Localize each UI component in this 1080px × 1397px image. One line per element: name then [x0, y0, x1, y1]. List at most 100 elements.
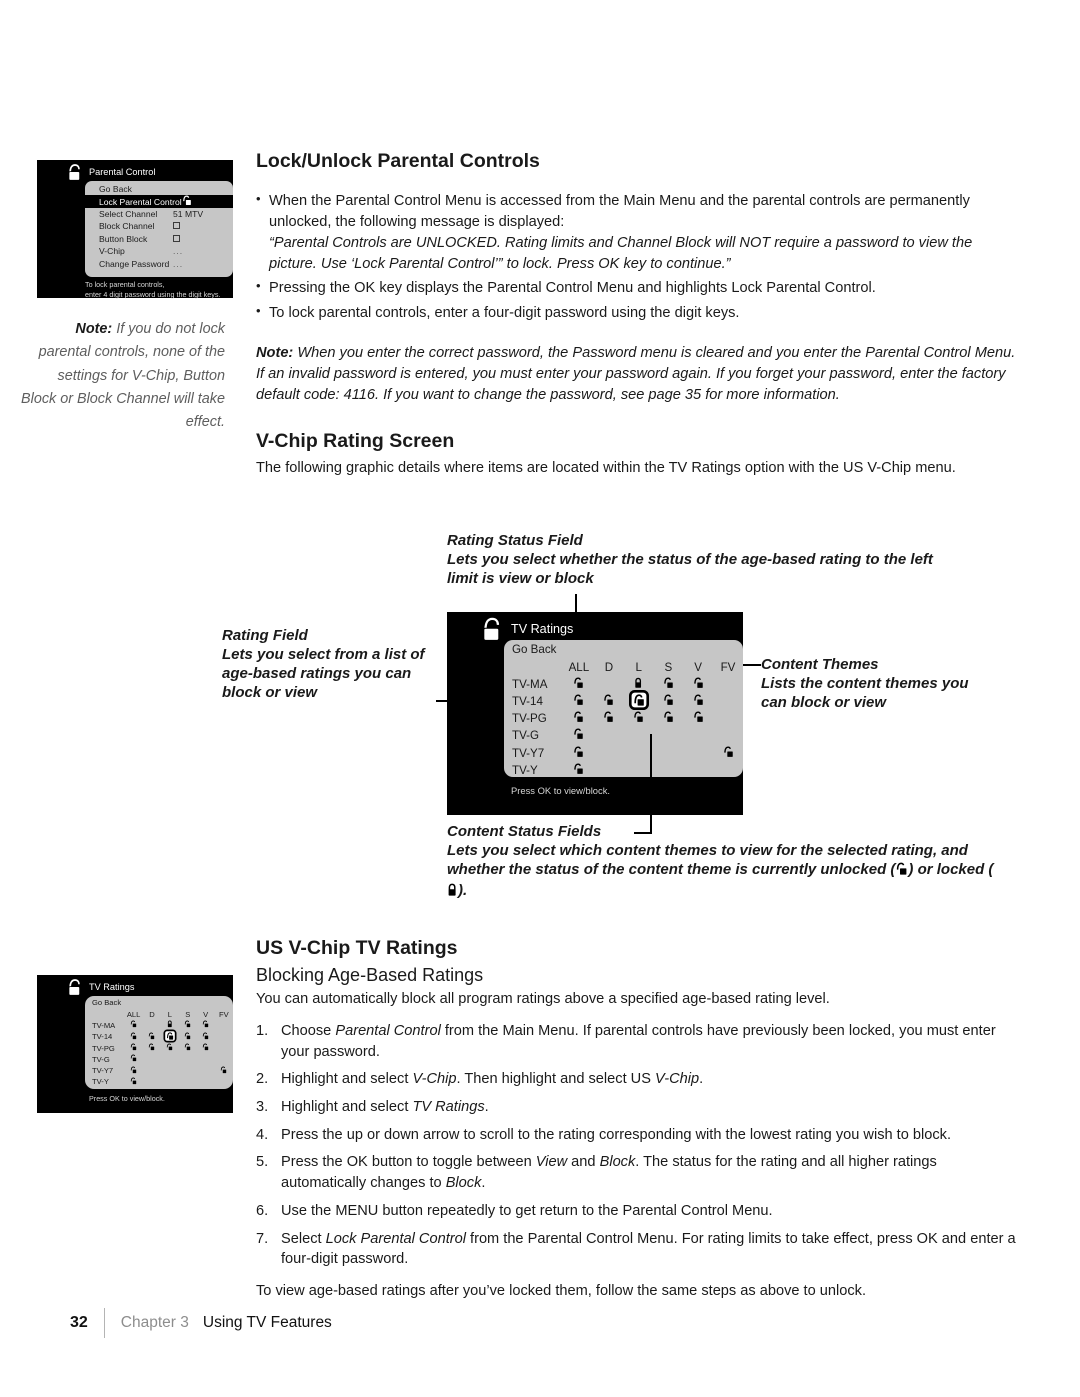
unlocked-padlock-icon-tv-14-all[interactable]	[564, 693, 594, 710]
callout-desc-after: ).	[458, 882, 468, 900]
unlocked-padlock-icon-tv-14-v[interactable]	[683, 693, 713, 710]
go-back-menu-item[interactable]: Go Back	[512, 643, 743, 656]
table-row[interactable]: TV-Y7	[92, 1065, 233, 1076]
table-row[interactable]: TV-Y7	[512, 744, 743, 761]
padlock-icon	[481, 616, 505, 643]
column-header-l: L	[167, 1009, 172, 1019]
table-row[interactable]: TV-14	[92, 1029, 233, 1043]
table-row[interactable]: TV-Y	[92, 1076, 233, 1087]
step-text: Choose Parental Control from the Main Me…	[281, 1022, 996, 1060]
unlocked-padlock-icon-tv-ma-s[interactable]	[654, 676, 684, 693]
rating-cell-empty-tv-y7-s	[654, 744, 684, 761]
callout-title: Content Themes	[761, 656, 879, 673]
unlocked-padlock-icon-tv-ma-all[interactable]	[124, 1020, 143, 1031]
us-vchip-intro: You can automatically block all program …	[256, 991, 830, 1007]
rating-cell-empty-tv-g-v	[683, 727, 713, 744]
selection-highlight[interactable]	[163, 1029, 177, 1043]
parental-control-row-v-chip[interactable]: V-Chip...	[91, 245, 229, 257]
parental-control-row-go-back[interactable]: Go Back	[91, 183, 229, 195]
unlocked-padlock-icon-tv-pg-l[interactable]	[624, 710, 654, 727]
unlocked-padlock-icon-tv-g-all[interactable]	[564, 727, 594, 744]
unlocked-padlock-icon-tv-14-s[interactable]	[654, 693, 684, 710]
table-row[interactable]: TV-G	[512, 727, 743, 744]
table-row[interactable]: TV-G	[92, 1054, 233, 1065]
rating-cell-empty-tv-y7-d	[594, 744, 624, 761]
row-label: Button Block	[99, 233, 148, 244]
column-header-all: ALL	[568, 660, 590, 674]
parental-control-menu-list: Go Back Lock Parental Control Select Chann…	[85, 183, 233, 270]
rating-cell-empty-tv-y-fv	[215, 1076, 233, 1087]
unlocked-padlock-icon-tv-pg-v[interactable]	[683, 710, 713, 727]
unlocked-padlock-icon-tv-y7-fv[interactable]	[215, 1065, 233, 1076]
callout-rating-field: Rating Field Lets you select from a list…	[222, 626, 437, 702]
margin-note: Note: If you do not lock parental contro…	[20, 318, 225, 435]
unlocked-padlock-icon-tv-y7-all[interactable]	[564, 744, 594, 761]
padlock-icon	[67, 163, 84, 182]
selected-unlocked-padlock-icon-tv-14-l[interactable]	[624, 689, 654, 710]
unlocked-padlock-icon-tv-14-s[interactable]	[179, 1031, 197, 1042]
rating-label-tv-14: TV-14	[92, 1032, 113, 1042]
column-header-v: V	[694, 660, 702, 674]
unlocked-padlock-icon-tv-pg-d[interactable]	[143, 1042, 161, 1053]
rating-cell-empty-tv-y7-s	[179, 1065, 197, 1076]
page-footer: 32 Chapter 3 Using TV Features	[70, 1308, 332, 1338]
callout-rating-status-field: Rating Status Field Lets you select whet…	[447, 531, 947, 588]
selection-highlight[interactable]	[628, 689, 649, 710]
table-row[interactable]: TV-14	[512, 689, 743, 710]
step-text: Press the OK button to toggle between Vi…	[281, 1154, 937, 1192]
step-text: Use the MENU button repeatedly to get re…	[281, 1202, 773, 1219]
rating-label-tv-y: TV-Y	[512, 763, 538, 777]
unlocked-padlock-icon-tv-y-all[interactable]	[564, 762, 594, 777]
step-text: Select Lock Parental Control from the Pa…	[281, 1230, 1016, 1268]
unlocked-padlock-icon-tv-pg-v[interactable]	[197, 1042, 215, 1053]
section-heading-vchip-rating-screen: V-Chip Rating Screen	[256, 429, 455, 452]
rating-cell-empty-tv-g-d	[594, 727, 624, 744]
lock-unlock-bullet-list: When the Parental Control Menu is access…	[256, 190, 1022, 324]
rating-cell-empty-tv-14-fv	[713, 693, 743, 710]
subheading-blocking-age-based: Blocking Age-Based Ratings	[256, 965, 484, 985]
unlocked-padlock-icon-tv-pg-l[interactable]	[161, 1042, 179, 1053]
rating-cell-empty-tv-ma-fv	[713, 676, 743, 693]
unlocked-padlock-icon-tv-pg-all[interactable]	[124, 1042, 143, 1053]
osd-title: Parental Control	[89, 167, 156, 177]
osd-footer-line-1: To lock parental controls,	[85, 280, 165, 289]
unlocked-padlock-icon-tv-g-all[interactable]	[124, 1054, 143, 1065]
unlocked-padlock-icon-tv-ma-v[interactable]	[683, 676, 713, 693]
unlocked-padlock-icon-tv-pg-s[interactable]	[179, 1042, 197, 1053]
step-item: Press the up or down arrow to scroll to …	[256, 1125, 1022, 1146]
parental-control-row-select-channel[interactable]: Select Channel 51 MTV	[91, 208, 229, 220]
unlocked-padlock-icon-tv-pg-all[interactable]	[564, 710, 594, 727]
unlocked-padlock-icon-tv-14-all[interactable]	[124, 1031, 143, 1042]
parental-control-row-block-channel[interactable]: Block Channel	[91, 220, 229, 232]
locked-padlock-icon	[447, 883, 458, 902]
rating-cell-empty-tv-pg-fv	[215, 1042, 233, 1053]
table-row[interactable]: TV-MA	[512, 676, 743, 693]
column-header-s: S	[664, 660, 673, 674]
step-item: Use the MENU button repeatedly to get re…	[256, 1201, 1022, 1222]
selected-unlocked-padlock-icon-tv-14-l[interactable]	[161, 1029, 179, 1043]
parental-control-row-button-block[interactable]: Button Block	[91, 233, 229, 245]
step-item: Highlight and select V-Chip. Then highli…	[256, 1069, 1022, 1090]
unlocked-padlock-icon-tv-14-d[interactable]	[143, 1031, 161, 1042]
unlocked-padlock-icon-tv-y-all[interactable]	[124, 1076, 143, 1087]
unlocked-padlock-icon-tv-ma-v[interactable]	[197, 1020, 215, 1031]
parental-control-row-change-password[interactable]: Change Password...	[91, 257, 229, 269]
unlocked-padlock-icon-tv-pg-d[interactable]	[594, 710, 624, 727]
table-row[interactable]: TV-PG	[512, 710, 743, 727]
unlocked-padlock-icon-tv-14-v[interactable]	[197, 1031, 215, 1042]
go-back-menu-item[interactable]: Go Back	[92, 998, 233, 1007]
unlocked-padlock-icon-tv-y7-fv[interactable]	[713, 744, 743, 761]
rating-cell-empty-tv-y-s	[654, 762, 684, 777]
parental-control-row-lock-parental-control[interactable]: Lock Parental Control	[85, 195, 233, 208]
unlocked-padlock-icon-tv-y7-all[interactable]	[124, 1065, 143, 1076]
rating-cell-empty-tv-y-v	[197, 1076, 215, 1087]
table-row[interactable]: TV-PG	[92, 1042, 233, 1053]
callout-content-status-fields: Content Status Fields Lets you select wh…	[447, 822, 1007, 902]
unlocked-padlock-icon-tv-14-d[interactable]	[594, 693, 624, 710]
unlocked-padlock-icon-tv-ma-all[interactable]	[564, 676, 594, 693]
osd-title: TV Ratings	[89, 982, 135, 992]
table-row[interactable]: TV-Y	[512, 762, 743, 777]
unlocked-padlock-icon-tv-pg-s[interactable]	[654, 710, 684, 727]
unlocked-padlock-icon-tv-ma-s[interactable]	[179, 1020, 197, 1031]
callout-desc-before: Lets you select which content themes to …	[447, 842, 968, 879]
